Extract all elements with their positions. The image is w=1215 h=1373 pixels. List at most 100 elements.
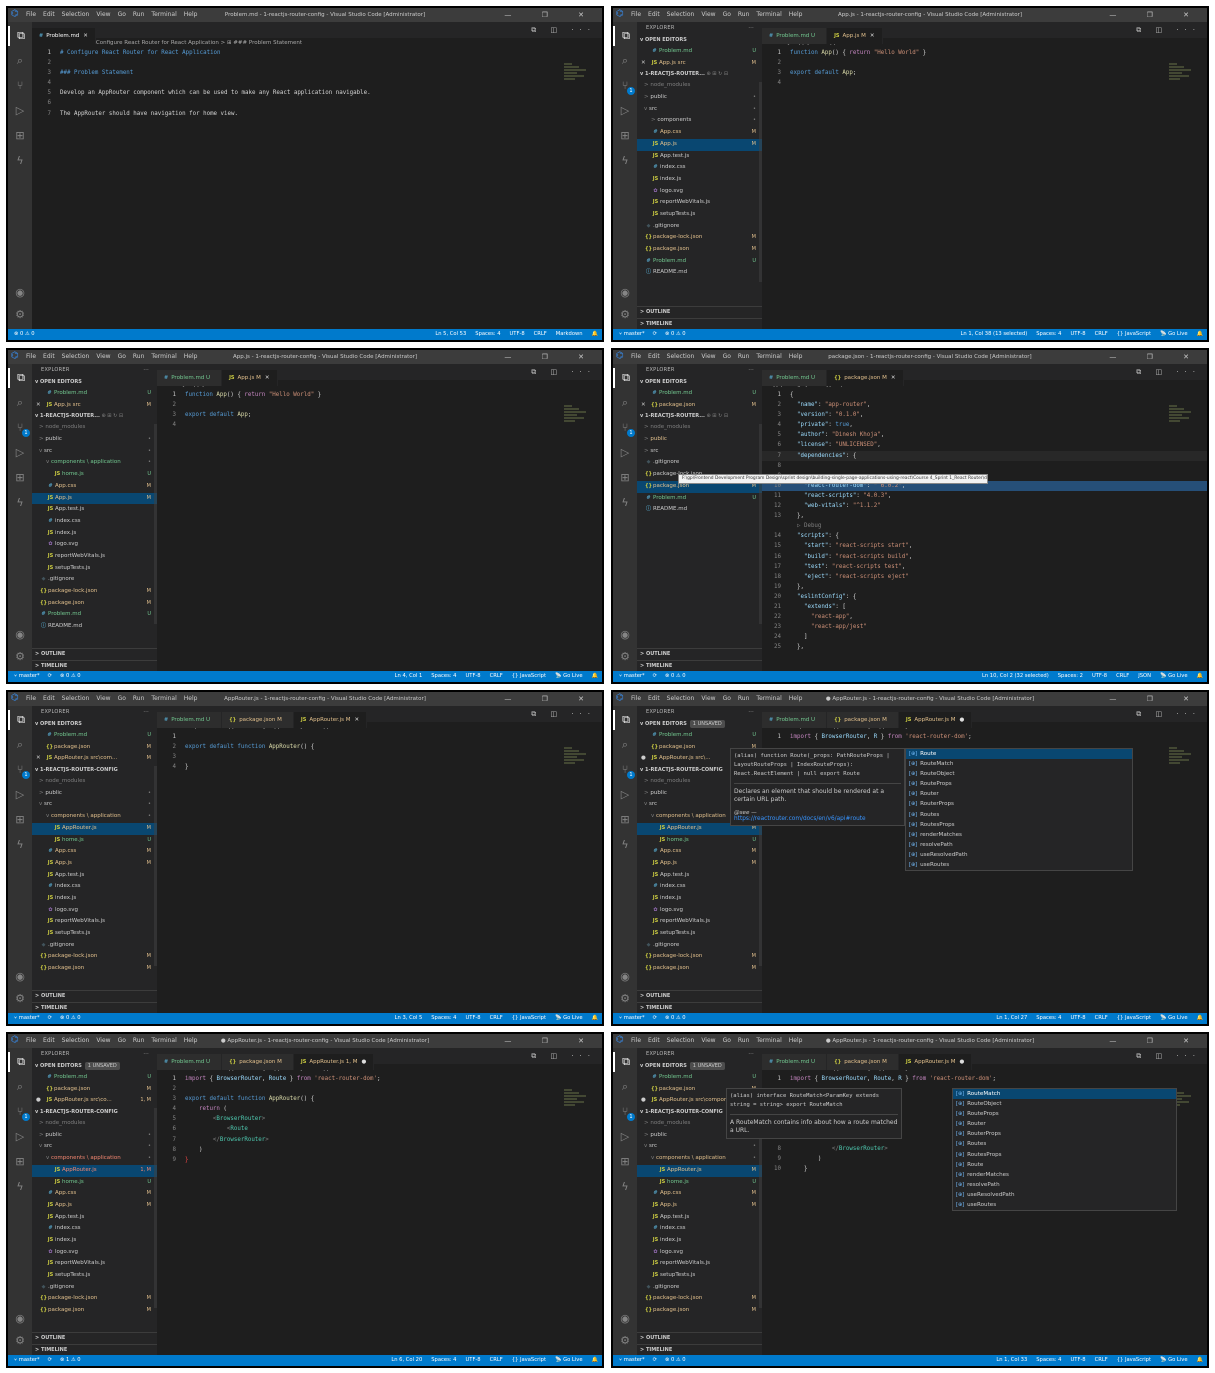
more-actions-icon[interactable]: ··· [748,364,754,377]
suggestion-item[interactable]: [⊕] useRoutes [953,1200,1176,1210]
suggestion-item[interactable]: [⊕] Route [906,749,1132,760]
editor-tab[interactable]: {} package.json M [827,712,899,728]
open-editors-section[interactable]: v OPEN EDITORS 1 UNSAVED [637,1061,762,1072]
open-editor-item[interactable]: # Problem.md U [32,388,157,400]
extensions-icon[interactable]: ⊞ [8,1152,32,1172]
status-left-item[interactable]: ⟳ [653,1015,657,1021]
file-tree-item[interactable]: v components \ application• [32,1153,157,1165]
status-right-item[interactable]: UTF-8 [1070,1015,1085,1021]
status-right-item[interactable]: Ln 1, Col 38 (13 selected) [961,331,1028,337]
file-tree-item[interactable]: JS App.js M [32,492,157,505]
window-controls[interactable]: — ❐ ✕ [504,350,598,364]
file-tree-item[interactable]: {}package-lock.json M [637,232,762,244]
file-tree-item[interactable]: JS AppRouter.js 1, M [32,1164,157,1177]
files-icon[interactable]: ⧉ [613,368,637,388]
status-left-item[interactable]: ⑂ master* [619,331,645,337]
suggestion-item[interactable]: [⊕] resolvePath [906,840,1132,850]
file-tree-item[interactable]: ✿ logo.svg [637,1247,762,1259]
suggestion-item[interactable]: [⊕] renderMatches [953,1170,1176,1180]
open-editor-item[interactable]: # Problem.md U [637,1072,762,1084]
suggestion-item[interactable]: [⊕] RoutesProps [906,820,1132,830]
status-right-item[interactable]: Ln 1, Col 27 [996,1015,1027,1021]
file-tree-item[interactable]: # App.css M [637,1188,762,1200]
editor-tab[interactable]: # Problem.md U [157,370,223,386]
editor-tab[interactable]: JS AppRouter.js M ● [898,1054,973,1070]
file-tree-item[interactable]: v components \ application• [32,811,157,823]
status-left-item[interactable]: ⟳ [653,1357,657,1363]
window-controls[interactable]: — ❐ ✕ [1109,692,1203,706]
file-tree-item[interactable]: JS App.test.js [32,504,157,516]
status-left-item[interactable]: ⊗ 0 ⚠ 0 [665,331,686,337]
more-actions-icon[interactable]: ··· [748,22,754,35]
status-right-item[interactable]: {} JavaScript [1117,1357,1151,1363]
file-tree-item[interactable]: > node_modules [32,776,157,788]
source-control-icon[interactable]: ⑂ 1 [613,76,637,96]
open-editor-item[interactable]: # Problem.md U [637,730,762,742]
remote-icon[interactable]: ϟ [8,151,32,171]
unsaved-dot-icon[interactable]: ● [959,1059,964,1065]
file-tree-item[interactable]: {}package.json M [32,598,157,610]
status-right-item[interactable]: Ln 4, Col 1 [395,673,423,679]
status-left-item[interactable]: ⊗ 0 ⚠ 0 [665,1357,686,1363]
file-tree-item[interactable]: JS index.js [637,1235,762,1247]
open-editor-item[interactable]: ✕ JS App.js src M [637,58,762,70]
file-tree-item[interactable]: ✿ logo.svg [32,539,157,551]
status-left-item[interactable]: ⊗ 0 ⚠ 0 [60,1015,81,1021]
extensions-icon[interactable]: ⊞ [613,810,637,830]
close-tab-icon[interactable]: ✕ [891,375,896,381]
more-actions-icon[interactable]: ··· [143,706,149,719]
window-controls[interactable]: — ❐ ✕ [504,8,598,22]
minimap[interactable] [564,1088,590,1118]
suggestion-item[interactable]: [⊕] RouteObject [953,1099,1176,1109]
close-tab-icon[interactable]: ✕ [265,375,270,381]
files-icon[interactable]: ⧉ [613,26,637,46]
suggestion-item[interactable]: [⊕] Routes [906,810,1132,820]
status-left-item[interactable]: ⑂ master* [619,1015,645,1021]
status-right-item[interactable]: Spaces: 4 [431,673,456,679]
account-icon[interactable]: ◉ [8,1309,32,1329]
suggestion-item[interactable]: [⊕] renderMatches [906,830,1132,840]
file-tree-item[interactable]: # App.css M [637,127,762,139]
suggestion-item[interactable]: [⊕] RouteMatch [953,1089,1176,1100]
open-editors-section[interactable]: v OPEN EDITORS [637,377,762,388]
status-right-item[interactable]: 📡 Go Live [555,1357,583,1363]
editor-tab[interactable]: JS App.js M ✕ [222,370,278,386]
manage-gear-icon[interactable]: ⚙ [613,989,637,1009]
status-right-item[interactable]: Ln 3, Col 5 [395,1015,423,1021]
file-tree-item[interactable]: JS setupTests.js [637,928,762,940]
status-right-item[interactable]: Spaces: 4 [1036,1357,1061,1363]
status-right-item[interactable]: {} JavaScript [512,1357,546,1363]
status-left-item[interactable]: ⑂ master* [14,673,40,679]
editor-tab[interactable]: # Problem.md U [157,1054,223,1070]
minimap[interactable] [1169,746,1195,776]
close-tab-icon[interactable]: ✕ [354,717,359,723]
source-control-icon[interactable]: ⑂ 1 [613,418,637,438]
file-tree-item[interactable]: JS AppRouter.js M [32,822,157,835]
manage-gear-icon[interactable]: ⚙ [8,1331,32,1351]
file-tree-item[interactable]: JS App.test.js [32,870,157,882]
more-actions-icon[interactable]: ··· [748,1048,754,1061]
split-editor-icon[interactable]: ⧉ ◫ ··· [531,22,596,38]
close-editor-icon[interactable]: ✕ [36,753,45,765]
close-editor-icon[interactable]: ● [36,1095,45,1107]
outline-section[interactable]: > OUTLINE [32,648,157,659]
suggestion-item[interactable]: [⊕] RouterProps [906,799,1132,809]
file-tree-item[interactable]: # index.css [32,516,157,528]
file-tree-item[interactable]: JS index.js [32,1235,157,1247]
file-tree-item[interactable]: > public• [637,92,762,104]
file-tree-item[interactable]: ✿ logo.svg [32,905,157,917]
outline-section[interactable]: > OUTLINE [637,1332,762,1343]
editor-tab[interactable]: {} package.json M [222,712,294,728]
file-tree-item[interactable]: > node_modules [32,422,157,434]
search-icon[interactable]: ⌕ [8,51,32,71]
file-tree-item[interactable]: v src• [32,799,157,811]
editor-tab[interactable]: JS AppRouter.js 1, M ● [293,1054,375,1070]
close-tab-icon[interactable]: ✕ [83,33,88,39]
status-left-item[interactable]: ⟳ [653,673,657,679]
file-tree-item[interactable]: JS App.js M [637,858,762,870]
status-left-item[interactable]: ⑂ master* [14,1015,40,1021]
file-tree-item[interactable]: JS App.js M [637,138,762,151]
split-editor-icon[interactable]: ⧉ ◫ ··· [1136,1048,1201,1064]
status-right-item[interactable]: 📡 Go Live [555,1015,583,1021]
file-tree-item[interactable]: {}package.json M [32,963,157,975]
